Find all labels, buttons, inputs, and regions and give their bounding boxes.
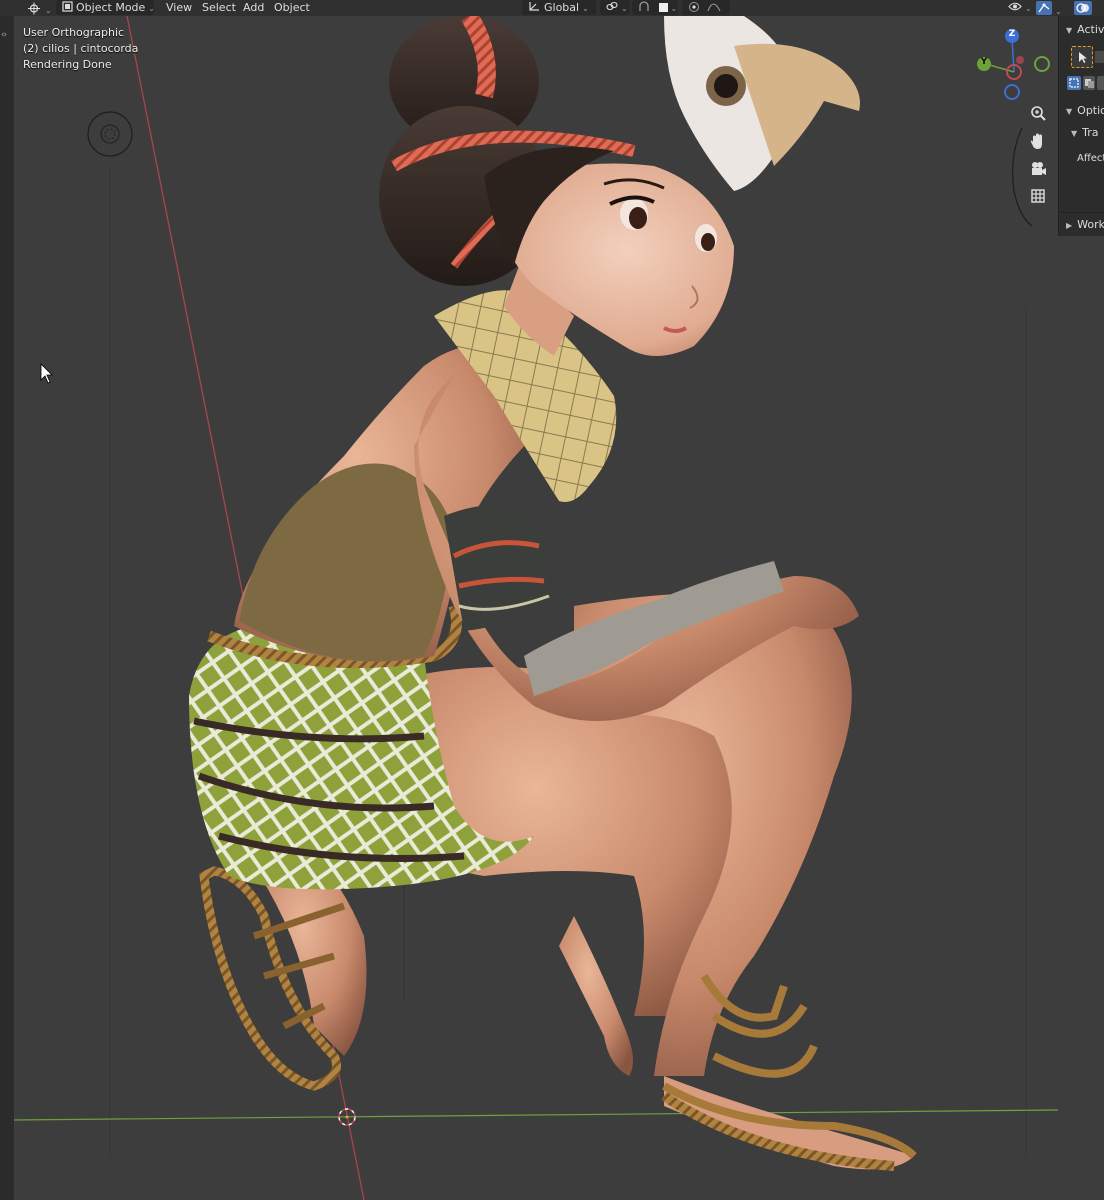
transform-orientation-dropdown[interactable]: Global ⌄ xyxy=(522,0,596,15)
object-mode-icon xyxy=(62,1,73,12)
viewport-header: ⌄ Object Mode ⌄ View Select Add Object Gl… xyxy=(0,0,1104,17)
toggle-perspective-button[interactable] xyxy=(1025,183,1051,209)
chevron-down-icon: ⌄ xyxy=(45,6,52,15)
zoom-button[interactable] xyxy=(1025,101,1051,127)
editor-type-button[interactable]: ⌄ xyxy=(22,0,58,15)
toolbar-collapsed-strip[interactable]: ‹› xyxy=(0,16,15,1200)
collapse-triangle-icon: ▼ xyxy=(1071,129,1078,138)
options-label: Optio xyxy=(1077,104,1104,117)
snap-icon xyxy=(639,1,649,11)
x-axis-handle[interactable] xyxy=(1016,56,1024,64)
chevron-down-icon: ⌄ xyxy=(670,4,678,13)
collapse-triangle-icon: ▼ xyxy=(1066,26,1073,35)
link-icon xyxy=(606,1,618,11)
object-mode-dropdown[interactable]: Object Mode ⌄ xyxy=(56,0,155,15)
view-name-label: User Orthographic xyxy=(23,26,125,39)
zoom-icon xyxy=(1031,106,1046,121)
workspace-header[interactable]: ▶ Work xyxy=(1059,214,1104,236)
select-mode-subtract-button[interactable] xyxy=(1097,76,1104,90)
select-mode-extend-button[interactable] xyxy=(1083,76,1095,90)
gizmo-toggle[interactable]: ⌄ xyxy=(1034,0,1064,16)
select-tool-button[interactable] xyxy=(1071,46,1093,68)
menu-view[interactable]: View xyxy=(160,0,198,15)
visibility-icon xyxy=(1008,2,1022,11)
hand-pan-icon xyxy=(1030,133,1042,149)
proportional-edit-button[interactable] xyxy=(682,0,730,15)
menu-select[interactable]: Select xyxy=(196,0,242,15)
menu-add[interactable]: Add xyxy=(237,0,270,15)
proportional-edit-icon xyxy=(689,2,699,12)
sidebar-panel: ▼ Activ ▼ Optio ▼ Tra Affect ▶ Work xyxy=(1058,16,1104,236)
collection-info-label: (2) cilios | cintocorda xyxy=(23,42,139,55)
overlay-icon xyxy=(1074,1,1092,15)
render-status-label: Rendering Done xyxy=(23,58,112,71)
select-new-icon xyxy=(1069,78,1079,88)
active-tool-header[interactable]: ▼ Activ xyxy=(1059,19,1104,41)
expand-triangle-icon: ▶ xyxy=(1066,221,1073,230)
pan-button[interactable] xyxy=(1025,128,1051,154)
select-mode-new-button[interactable] xyxy=(1067,76,1081,90)
camera-icon xyxy=(1032,162,1046,175)
chevron-down-icon: ⌄ xyxy=(582,4,589,13)
affect-only-label: Affect xyxy=(1077,153,1104,164)
gizmo-z-label: Z xyxy=(1008,29,1016,39)
overlay-toggle[interactable] xyxy=(1072,0,1094,15)
transform-label: Tra xyxy=(1082,126,1099,139)
workspace-label: Work xyxy=(1077,218,1104,231)
cursor-icon xyxy=(40,363,53,384)
snap-target-icon xyxy=(658,3,668,12)
transform-orientation-label: Global xyxy=(544,1,580,14)
3d-viewport[interactable]: Z Y User Orthographic (2) cilios | cinto… xyxy=(14,16,1058,1200)
expand-toolbar-icon[interactable]: ‹› xyxy=(1,30,7,40)
y-axis-neg-handle[interactable] xyxy=(1034,56,1050,72)
visibility-dropdown[interactable]: ⌄ xyxy=(1002,0,1038,15)
pivot-point-dropdown[interactable]: ⌄ xyxy=(600,0,630,15)
gizmo-icon xyxy=(1036,1,1052,15)
active-tool-label: Activ xyxy=(1077,23,1104,36)
object-mode-label: Object Mode xyxy=(76,1,146,14)
menu-object[interactable]: Object xyxy=(268,0,316,15)
options-header[interactable]: ▼ Optio xyxy=(1059,100,1104,122)
select-extend-icon xyxy=(1085,79,1094,88)
z-axis-neg-handle[interactable] xyxy=(1004,84,1020,100)
character-render xyxy=(189,16,917,1171)
snap-dropdown[interactable]: ⌄ xyxy=(632,0,678,15)
tool-setting-field[interactable] xyxy=(1095,51,1104,63)
transform-subheader[interactable]: ▼ Tra xyxy=(1067,122,1104,144)
y-axis-line xyxy=(14,1109,1058,1121)
panel-divider xyxy=(1059,212,1104,213)
transform-orientation-icon xyxy=(529,2,539,11)
select-box-icon xyxy=(1079,52,1087,63)
chevron-down-icon: ⌄ xyxy=(621,4,628,13)
camera-view-button[interactable] xyxy=(1025,156,1051,182)
editor-type-icon xyxy=(28,2,40,15)
light-probe-icon xyxy=(87,111,133,157)
viewport-canvas xyxy=(14,16,1058,1200)
collapse-triangle-icon: ▼ xyxy=(1066,107,1073,116)
grid-icon xyxy=(1031,189,1045,203)
chevron-down-icon: ⌄ xyxy=(148,4,155,13)
gizmo-y-label: Y xyxy=(980,57,988,67)
chevron-down-icon: ⌄ xyxy=(1025,4,1032,13)
falloff-icon xyxy=(706,3,720,12)
chevron-down-icon: ⌄ xyxy=(1055,7,1062,16)
